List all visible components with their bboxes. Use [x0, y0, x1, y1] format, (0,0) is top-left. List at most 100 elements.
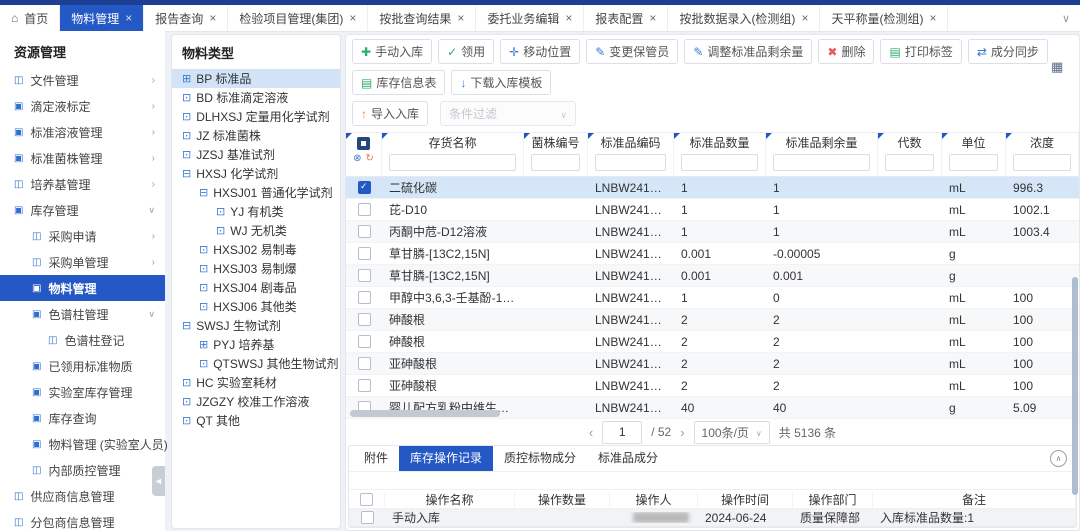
tab-inspection-project-management[interactable]: 检验项目管理(集团)	[228, 5, 368, 31]
detail-select-all-checkbox[interactable]	[360, 493, 373, 506]
row-checkbox[interactable]	[358, 203, 371, 216]
filter-standard-code-input[interactable]	[595, 154, 666, 171]
detail-column-operation-name[interactable]: 操作名称	[385, 491, 515, 508]
detail-column-operator[interactable]: 操作人	[610, 491, 698, 508]
column-header-strain-no[interactable]: 菌株编号	[524, 133, 588, 176]
tree-item-wj-inorganic[interactable]: WJ 无机类	[172, 221, 340, 240]
row-checkbox[interactable]	[358, 357, 371, 370]
sidebar-item-purchase-request[interactable]: 采购申请	[0, 223, 165, 249]
tab-balance-weighing[interactable]: 天平称量(检测组)	[820, 5, 948, 31]
sidebar-item-supplier-info-management[interactable]: 供应商信息管理	[0, 483, 165, 509]
filter-concentration-input[interactable]	[1013, 154, 1071, 171]
tab-report-query[interactable]: 报告查询	[144, 5, 228, 31]
table-row[interactable]: 草甘膦-[13C2,15N]LNBW2412340.001-0.00005g	[346, 243, 1079, 265]
table-row[interactable]: 草甘膦-[13C2,15N]LNBW2412350.0010.001g	[346, 265, 1079, 287]
adjust-remaining-button[interactable]: ✎调整标准品剩余量	[684, 39, 812, 64]
move-location-button[interactable]: ✛移动位置	[500, 39, 580, 64]
tree-item-qt-other[interactable]: QT 其他	[172, 411, 340, 430]
tree-item-swsj-biological-reagent[interactable]: SWSJ 生物试剂	[172, 316, 340, 335]
sidebar-item-chromatography-column-registration[interactable]: 色谱柱登记	[0, 327, 165, 353]
column-header-standard-qty[interactable]: 标准品数量	[674, 133, 766, 176]
select-all-checkbox[interactable]	[357, 137, 370, 150]
column-header-inventory-name[interactable]: 存货名称	[382, 133, 524, 176]
condition-filter-select[interactable]: 条件过滤	[440, 101, 576, 126]
component-sync-button[interactable]: ⇄成分同步	[968, 39, 1048, 64]
tree-item-hc-lab-consumables[interactable]: HC 实验室耗材	[172, 373, 340, 392]
manual-inbound-button[interactable]: ✚手动入库	[352, 39, 432, 64]
detail-tab-attachments[interactable]: 附件	[353, 446, 399, 471]
tree-item-yj-organic[interactable]: YJ 有机类	[172, 202, 340, 221]
tree-item-qtswsj-other-biological[interactable]: QTSWSJ 其他生物试剂	[172, 354, 340, 373]
tab-close-icon[interactable]	[801, 11, 808, 25]
tree-item-pyj-culture-medium[interactable]: PYJ 培养基	[172, 335, 340, 354]
column-header-generation[interactable]: 代数	[878, 133, 942, 176]
row-checkbox[interactable]	[358, 335, 371, 348]
delete-button[interactable]: ✖删除	[818, 39, 874, 64]
sidebar-item-file-management[interactable]: 文件管理	[0, 67, 165, 93]
table-settings-icon[interactable]	[1051, 59, 1069, 75]
detail-column-operation-dept[interactable]: 操作部门	[793, 491, 873, 508]
horizontal-scrollbar[interactable]	[350, 410, 500, 417]
collapse-panel-icon[interactable]	[1050, 450, 1067, 467]
vertical-scrollbar[interactable]	[1072, 277, 1078, 495]
detail-tab-standard-components[interactable]: 标准品成分	[587, 446, 669, 471]
tree-item-jzsj-reference-reagent[interactable]: JZSJ 基准试剂	[172, 145, 340, 164]
row-checkbox[interactable]	[358, 225, 371, 238]
tree-item-bd-titration-solution[interactable]: BD 标准滴定溶液	[172, 88, 340, 107]
tab-close-icon[interactable]	[209, 11, 216, 25]
tree-item-hxsj04-highly-toxic[interactable]: HXSJ04 剧毒品	[172, 278, 340, 297]
tab-material-management[interactable]: 物料管理	[60, 5, 144, 31]
prev-page-icon[interactable]	[589, 425, 593, 440]
sidebar-item-received-standard-materials[interactable]: 已领用标准物质	[0, 353, 165, 379]
page-size-select[interactable]: 100条/页	[694, 421, 770, 444]
tree-item-jz-standard-strain[interactable]: JZ 标准菌株	[172, 126, 340, 145]
tab-close-icon[interactable]	[457, 11, 464, 25]
tab-batch-query-results[interactable]: 按批查询结果	[368, 5, 476, 31]
tree-item-jzgzy-calibration-solution[interactable]: JZGZY 校准工作溶液	[172, 392, 340, 411]
page-number-input[interactable]	[602, 421, 642, 444]
column-header-unit[interactable]: 单位	[942, 133, 1006, 176]
table-row[interactable]: 砷酸根LNBW24123122mL100	[346, 309, 1079, 331]
tab-close-icon[interactable]	[349, 11, 356, 25]
tabbar-overflow-chevron-icon[interactable]	[1062, 5, 1070, 31]
table-row[interactable]: 二硫化碳LNBW24123811mL996.3	[346, 177, 1079, 199]
row-checkbox[interactable]	[358, 181, 371, 194]
sidebar-item-lab-inventory-management[interactable]: 实验室库存管理	[0, 379, 165, 405]
filter-strain-no-input[interactable]	[531, 154, 580, 171]
row-checkbox[interactable]	[358, 269, 371, 282]
detail-column-operation-time[interactable]: 操作时间	[698, 491, 793, 508]
tab-batch-data-entry[interactable]: 按批数据录入(检测组)	[668, 5, 820, 31]
tab-close-icon[interactable]	[649, 11, 656, 25]
download-template-button[interactable]: ↓下载入库模板	[451, 70, 551, 95]
sidebar-item-purchase-order-management[interactable]: 采购单管理	[0, 249, 165, 275]
table-row[interactable]: 砷酸根LNBW24123222mL100	[346, 331, 1079, 353]
table-row[interactable]: 芘-D10LNBW24123711mL1002.1	[346, 199, 1079, 221]
next-page-icon[interactable]	[680, 425, 684, 440]
sidebar-item-subcontractor-info-management[interactable]: 分包商信息管理	[0, 509, 165, 531]
sidebar-item-inventory-management[interactable]: 库存管理	[0, 197, 165, 223]
tree-item-bp-standard[interactable]: BP 标准品	[172, 69, 340, 88]
refresh-icon[interactable]	[366, 153, 374, 164]
tree-item-hxsj06-other[interactable]: HXSJ06 其他类	[172, 297, 340, 316]
filter-standard-qty-input[interactable]	[681, 154, 758, 171]
detail-row-checkbox[interactable]	[361, 511, 374, 524]
sidebar-item-standard-strain-management[interactable]: 标准菌株管理	[0, 145, 165, 171]
sidebar-item-material-management-lab-staff[interactable]: 物料管理 (实验室人员)	[0, 431, 165, 457]
filter-inventory-name-input[interactable]	[389, 154, 516, 171]
requisition-button[interactable]: ✓领用	[438, 39, 494, 64]
table-row[interactable]: 亚砷酸根LNBW24122922mL100	[346, 353, 1079, 375]
tree-item-hxsj-chemical-reagent[interactable]: HXSJ 化学试剂	[172, 164, 340, 183]
detail-tab-inventory-operation-log[interactable]: 库存操作记录	[399, 446, 493, 471]
row-checkbox[interactable]	[358, 379, 371, 392]
tab-report-config[interactable]: 报表配置	[584, 5, 668, 31]
sidebar-item-titrant-calibration[interactable]: 滴定液标定	[0, 93, 165, 119]
change-custodian-button[interactable]: ✎变更保管员	[586, 39, 678, 64]
tab-home[interactable]: 首页	[0, 5, 60, 31]
column-header-standard-remaining[interactable]: 标准品剩余量	[766, 133, 878, 176]
sidebar-collapse-handle[interactable]	[152, 466, 165, 496]
row-checkbox[interactable]	[358, 313, 371, 326]
sidebar-item-inventory-query[interactable]: 库存查询	[0, 405, 165, 431]
print-label-button[interactable]: ▤打印标签	[880, 39, 961, 64]
table-row[interactable]: 亚砷酸根LNBW24123022mL100	[346, 375, 1079, 397]
table-row[interactable]: 甲醇中3,6,3-壬基酚-13C6LNBW24123310mL100	[346, 287, 1079, 309]
